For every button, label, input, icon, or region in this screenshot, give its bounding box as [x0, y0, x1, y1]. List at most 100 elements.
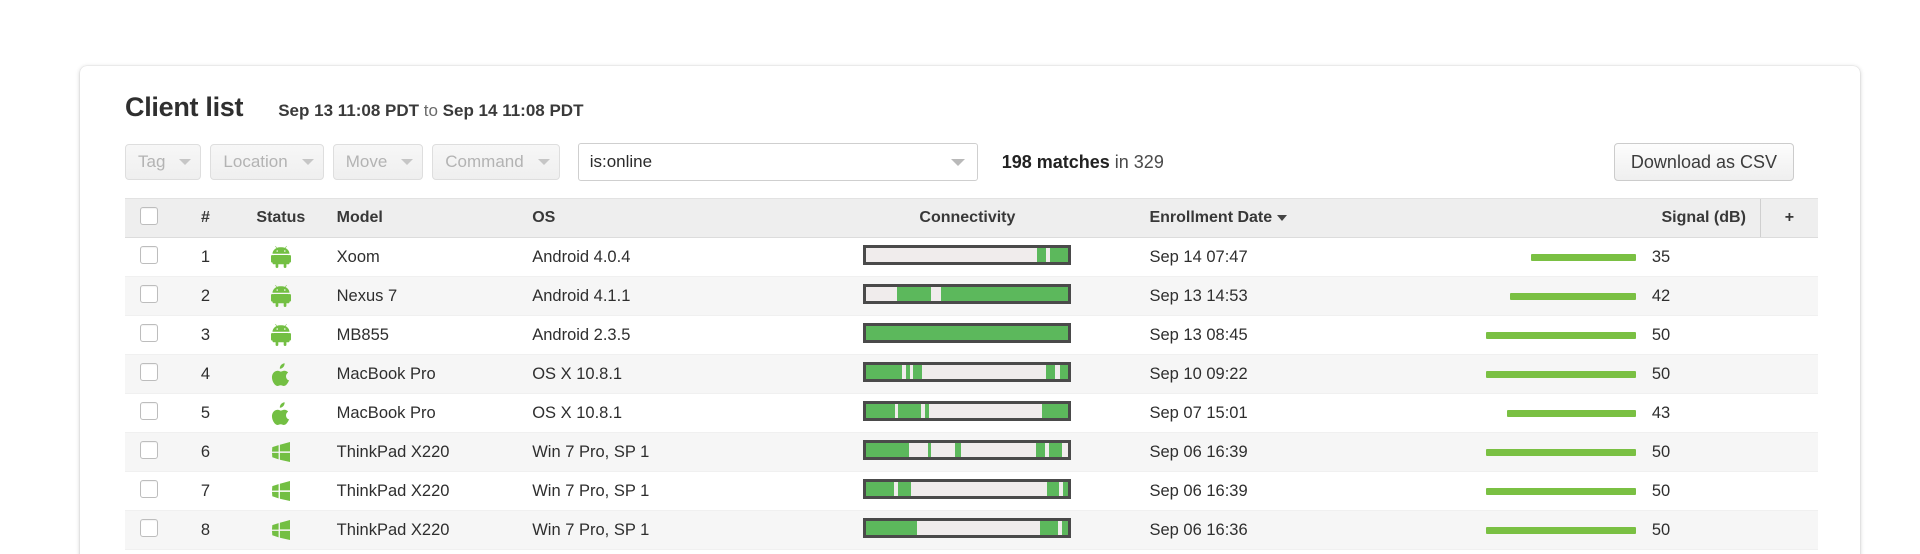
row-status-cell	[237, 315, 325, 355]
date-range-end: Sep 14 11:08 PDT	[442, 101, 584, 120]
row-spacer-cell	[1760, 510, 1818, 550]
row-checkbox[interactable]	[140, 323, 159, 342]
apple-icon	[271, 362, 291, 386]
connectivity-segment	[905, 364, 910, 379]
row-spacer-cell	[1760, 354, 1818, 394]
row-checkbox[interactable]	[140, 479, 159, 498]
location-dropdown[interactable]: Location	[210, 144, 324, 180]
move-dropdown[interactable]: Move	[332, 144, 424, 180]
table-row[interactable]: 7 ThinkPad X220 Win 7 Pro, SP 1 Sep 06 16:3…	[125, 471, 1818, 511]
tag-dropdown[interactable]: Tag	[125, 144, 202, 180]
search-input[interactable]	[578, 144, 977, 180]
column-header-connectivity[interactable]: Connectivity	[799, 198, 1136, 238]
connectivity-segment	[1060, 364, 1069, 379]
signal-bar	[1485, 448, 1636, 456]
signal-indicator: 50	[1485, 521, 1761, 540]
date-range: Sep 13 11:08 PDT to Sep 14 11:08 PDT	[278, 101, 583, 121]
header-row: # Status Model OS Connectivity Enrollmen…	[125, 198, 1818, 238]
row-number: 7	[173, 471, 238, 511]
connectivity-segment	[941, 286, 1069, 301]
row-model: ThinkPad X220	[324, 510, 521, 550]
row-number: 4	[173, 354, 238, 394]
connectivity-bar	[863, 322, 1072, 343]
signal-bar	[1506, 409, 1636, 417]
table-row[interactable]: 2 Nexus 7 Android 4.1.1 Sep 13 14:53 42	[125, 276, 1818, 316]
connectivity-segment	[866, 520, 917, 535]
chevron-down-icon[interactable]	[950, 158, 965, 166]
table-row[interactable]: 6 ThinkPad X220 Win 7 Pro, SP 1 Sep 06 16:3…	[125, 432, 1818, 472]
column-header-enrollment-date-label: Enrollment Date	[1149, 209, 1273, 226]
row-select-cell[interactable]	[125, 237, 174, 277]
row-enrollment-date: Sep 14 07:47	[1135, 237, 1486, 277]
connectivity-bar	[863, 283, 1072, 304]
row-spacer-cell	[1760, 432, 1818, 472]
connectivity-segment	[1062, 520, 1069, 535]
column-header-enrollment-date[interactable]: Enrollment Date	[1135, 198, 1486, 238]
signal-bar	[1485, 526, 1636, 534]
signal-value: 42	[1651, 286, 1671, 305]
row-connectivity-cell	[799, 315, 1136, 355]
table-row[interactable]: 3 MB855 Android 2.3.5 Sep 13 08:45 50	[125, 315, 1818, 355]
date-range-start: Sep 13 11:08 PDT	[278, 101, 420, 120]
row-select-cell[interactable]	[125, 393, 174, 433]
table-header: # Status Model OS Connectivity Enrollmen…	[125, 198, 1818, 238]
row-checkbox[interactable]	[140, 245, 159, 264]
row-signal-cell: 35	[1485, 237, 1761, 277]
client-list-card: Client list Sep 13 11:08 PDT to Sep 14 1…	[80, 66, 1860, 554]
row-enrollment-date: Sep 13 14:53	[1135, 276, 1486, 316]
connectivity-segment	[866, 403, 895, 418]
row-enrollment-date: Sep 13 08:45	[1135, 315, 1486, 355]
signal-bar	[1485, 370, 1636, 378]
command-dropdown[interactable]: Command	[432, 144, 560, 180]
search-combobox[interactable]	[577, 143, 978, 181]
row-select-cell[interactable]	[125, 510, 174, 550]
row-select-cell[interactable]	[125, 471, 174, 511]
table-row[interactable]: 4 MacBook Pro OS X 10.8.1 Sep 10 09:22 50	[125, 354, 1818, 394]
table-row[interactable]: 5 MacBook Pro OS X 10.8.1 Sep 07 15:01 43	[125, 393, 1818, 433]
column-header-number[interactable]: #	[173, 198, 238, 238]
column-header-signal[interactable]: Signal (dB)	[1485, 198, 1761, 238]
row-checkbox[interactable]	[140, 284, 159, 303]
connectivity-bar	[863, 244, 1072, 265]
row-select-cell[interactable]	[125, 315, 174, 355]
move-dropdown-label: Move	[345, 152, 388, 171]
download-csv-button[interactable]: Download as CSV	[1613, 143, 1794, 181]
match-count-value: 198 matches	[1001, 151, 1110, 172]
add-column-button[interactable]: +	[1759, 198, 1818, 238]
date-range-separator: to	[419, 101, 443, 120]
table-row[interactable]: 1 Xoom Android 4.0.4 Sep 14 07:47 35	[125, 237, 1818, 277]
row-os: OS X 10.8.1	[520, 354, 800, 394]
command-dropdown-label: Command	[445, 152, 524, 171]
connectivity-segment	[1049, 442, 1063, 457]
select-all-checkbox[interactable]	[140, 206, 159, 225]
column-header-status[interactable]: Status	[237, 198, 325, 238]
connectivity-bar	[863, 400, 1072, 421]
row-status-cell	[237, 510, 325, 550]
signal-value: 50	[1651, 442, 1671, 461]
connectivity-segment	[1040, 520, 1059, 535]
row-checkbox[interactable]	[140, 362, 159, 381]
column-header-model[interactable]: Model	[324, 198, 521, 238]
row-select-cell[interactable]	[125, 354, 174, 394]
column-header-os[interactable]: OS	[520, 198, 800, 238]
row-os: Win 7 Pro, SP 1	[520, 510, 800, 550]
row-checkbox[interactable]	[140, 518, 159, 537]
connectivity-segment	[1063, 481, 1069, 496]
table-row[interactable]: 8 ThinkPad X220 Win 7 Pro, SP 1 Sep 06 16:3…	[125, 510, 1818, 550]
row-checkbox[interactable]	[140, 440, 159, 459]
row-select-cell[interactable]	[125, 432, 174, 472]
row-model: MB855	[324, 315, 521, 355]
connectivity-bar	[863, 361, 1072, 382]
signal-track	[1486, 409, 1636, 417]
row-status-cell	[237, 237, 325, 277]
row-signal-cell: 43	[1485, 393, 1761, 433]
row-checkbox[interactable]	[140, 401, 159, 420]
connectivity-segment	[1050, 247, 1069, 262]
row-select-cell[interactable]	[125, 276, 174, 316]
connectivity-segment	[866, 481, 894, 496]
row-enrollment-date: Sep 07 15:01	[1135, 393, 1486, 433]
select-all-header[interactable]	[125, 198, 174, 238]
signal-track	[1485, 487, 1636, 495]
download-csv-label: Download as CSV	[1630, 151, 1777, 172]
connectivity-bar	[863, 517, 1072, 538]
